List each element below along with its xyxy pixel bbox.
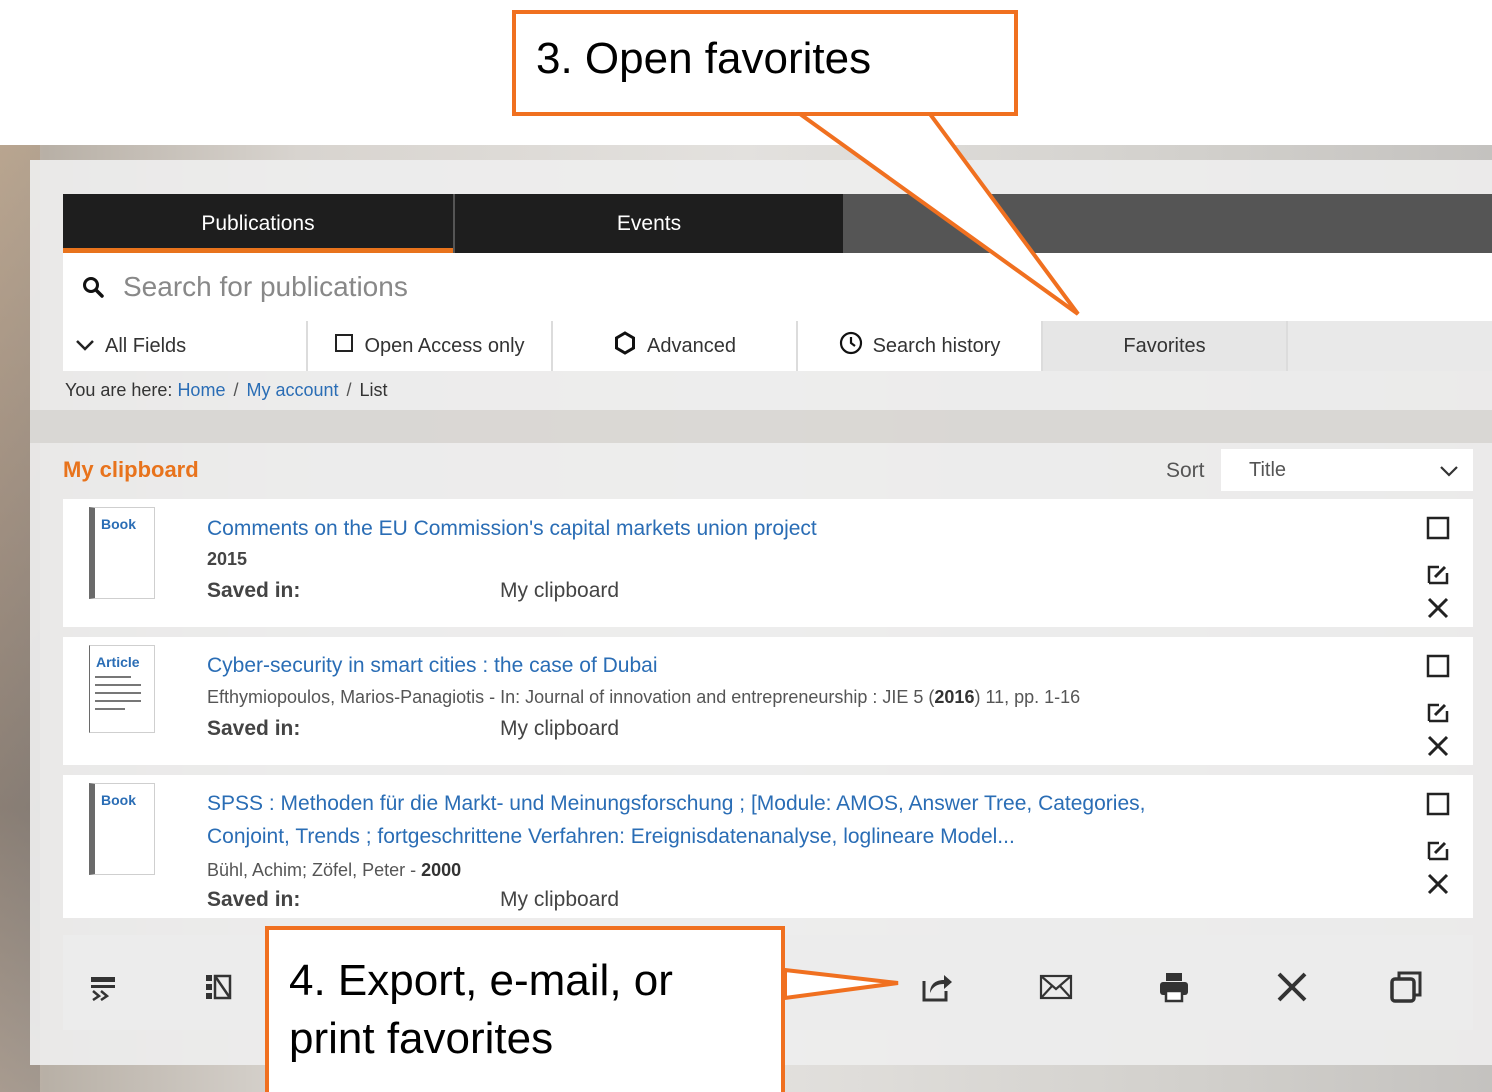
article-lines [95, 676, 141, 716]
item-meta: Efthymiopoulos, Marios-Panagiotis - In: … [207, 687, 1080, 708]
item-meta-suffix: ) 11, pp. 1-16 [974, 687, 1081, 707]
divider-band [30, 410, 1492, 443]
breadcrumb-separator: / [346, 380, 352, 400]
delete-all-icon[interactable] [1274, 969, 1310, 1005]
delete-icon[interactable] [1425, 871, 1451, 897]
select-checkbox[interactable] [1425, 515, 1451, 541]
breadcrumb-current: List [359, 380, 388, 400]
breadcrumb-separator: / [233, 380, 239, 400]
item-meta-text: Efthymiopoulos, Marios-Panagiotis - In: … [207, 687, 935, 707]
item-actions [1425, 653, 1451, 759]
search-options-bar: All Fields Open Access only Advanced Sea… [63, 321, 1492, 371]
email-icon[interactable] [1038, 969, 1074, 1005]
breadcrumb-account[interactable]: My account [246, 380, 338, 400]
list-item: Book SPSS : Methoden für die Markt- und … [63, 775, 1473, 918]
search-history-label: Search history [872, 334, 1001, 357]
chevron-down-icon [75, 335, 95, 358]
item-title[interactable]: Comments on the EU Commission's capital … [207, 512, 817, 545]
fields-dropdown[interactable]: All Fields [63, 321, 308, 371]
clock-icon [839, 331, 863, 361]
tab-events[interactable]: Events [453, 194, 843, 253]
saved-in-label: Saved in: [207, 579, 301, 602]
edit-icon[interactable] [1425, 561, 1451, 587]
saved-in-value: My clipboard [500, 888, 620, 911]
book-cover-icon: Book [89, 783, 155, 875]
checkbox-icon [334, 333, 354, 359]
saved-in-label: Saved in: [207, 888, 301, 911]
search-bar [63, 253, 1492, 321]
callout-open-favorites: 3. Open favorites [512, 10, 1018, 116]
callout-text: 3. Open favorites [536, 34, 872, 83]
clipboard-header: My clipboard Sort Title [63, 449, 1473, 491]
select-checkbox[interactable] [1425, 791, 1451, 817]
item-year: 2015 [207, 549, 248, 569]
favorites-label: Favorites [1123, 334, 1206, 357]
clipboard-title: My clipboard [63, 457, 199, 482]
list-item: Book Comments on the EU Commission's cap… [63, 499, 1473, 627]
delete-icon[interactable] [1425, 733, 1451, 759]
open-access-checkbox[interactable]: Open Access only [308, 321, 553, 371]
chevron-down-icon [1439, 461, 1459, 484]
edit-icon[interactable] [1425, 699, 1451, 725]
item-meta: Bühl, Achim; Zöfel, Peter - 2000 [207, 860, 461, 881]
advanced-button[interactable]: Advanced [553, 321, 798, 371]
favorites-button[interactable]: Favorites [1043, 321, 1288, 371]
search-input[interactable] [123, 271, 1323, 303]
item-type: Book [101, 792, 136, 808]
sort-label: Sort [1166, 459, 1205, 482]
sort-value: Title [1249, 458, 1287, 481]
item-title[interactable]: Cyber-security in smart cities : the cas… [207, 649, 658, 682]
breadcrumb-home[interactable]: Home [177, 380, 225, 400]
tab-bar: Publications Events [63, 194, 1492, 253]
breadcrumb: You are here: Home / My account / List [65, 380, 388, 401]
callout-text-line1: 4. Export, e-mail, or [289, 956, 673, 1005]
select-all-icon[interactable] [85, 969, 121, 1005]
deselect-icon[interactable] [200, 969, 236, 1005]
copy-icon[interactable] [1388, 969, 1424, 1005]
edit-icon[interactable] [1425, 837, 1451, 863]
item-year: 2016 [934, 687, 975, 707]
article-cover-icon: Article [89, 645, 155, 733]
list-item: Article Cyber-security in smart cities :… [63, 637, 1473, 765]
open-access-label: Open Access only [364, 334, 525, 357]
item-title[interactable]: SPSS : Methoden für die Markt- und Meinu… [207, 787, 1145, 820]
search-icon[interactable] [63, 275, 123, 299]
print-icon[interactable] [1156, 969, 1192, 1005]
saved-in-value: My clipboard [500, 579, 620, 602]
item-title-line2[interactable]: Conjoint, Trends ; fortgeschrittene Verf… [207, 820, 1015, 853]
delete-icon[interactable] [1425, 595, 1451, 621]
tab-publications[interactable]: Publications [63, 194, 453, 253]
sort-select[interactable]: Title [1221, 449, 1473, 491]
item-type: Article [96, 654, 140, 670]
callout-export: 4. Export, e-mail, or print favorites [265, 926, 785, 1092]
item-actions [1425, 515, 1451, 621]
item-type: Book [101, 516, 136, 532]
book-cover-icon: Book [89, 507, 155, 599]
gear-icon [613, 331, 637, 361]
select-checkbox[interactable] [1425, 653, 1451, 679]
item-actions [1425, 791, 1451, 897]
saved-in-value: My clipboard [500, 717, 620, 740]
export-icon[interactable] [919, 969, 955, 1005]
search-history-button[interactable]: Search history [798, 321, 1043, 371]
advanced-label: Advanced [647, 334, 736, 357]
saved-in-label: Saved in: [207, 717, 301, 740]
callout-text-line2: print favorites [289, 1014, 554, 1063]
fields-label: All Fields [105, 334, 187, 357]
breadcrumb-prefix: You are here: [65, 380, 173, 400]
item-year: 2000 [421, 860, 462, 880]
item-meta-text: Bühl, Achim; Zöfel, Peter - [207, 860, 422, 880]
